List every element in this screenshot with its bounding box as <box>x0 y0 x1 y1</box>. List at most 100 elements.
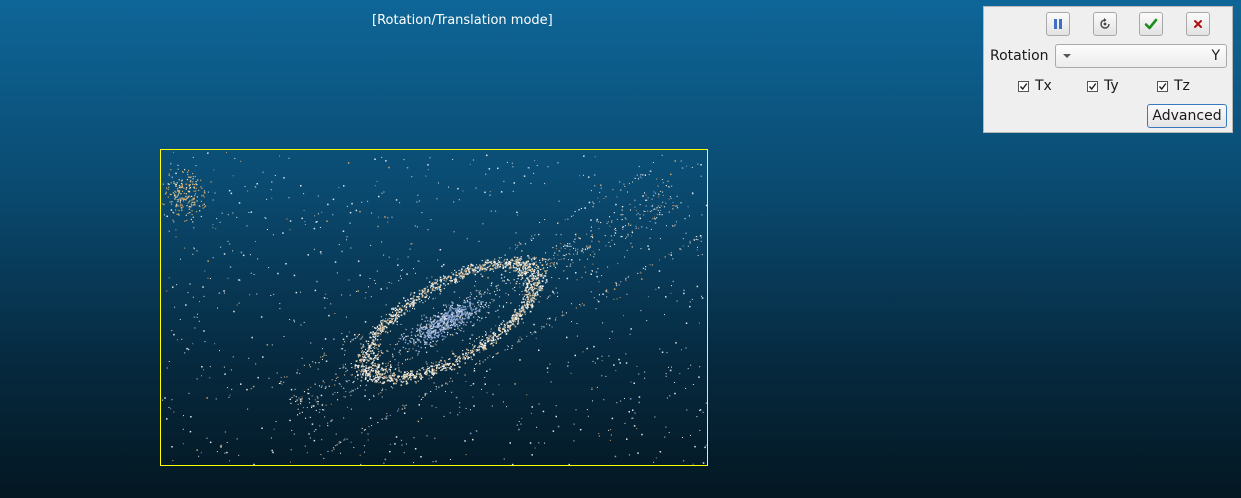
cloud-point <box>517 269 519 271</box>
cloud-point <box>666 397 668 399</box>
cloud-point <box>694 445 696 448</box>
cloud-point <box>502 264 504 266</box>
cloud-point <box>440 321 442 323</box>
cloud-point <box>522 305 524 308</box>
cloud-point <box>532 276 534 278</box>
cloud-point <box>460 319 462 321</box>
cloud-point <box>323 409 325 411</box>
cloud-point <box>323 354 325 356</box>
ty-checkbox[interactable]: Ty <box>1087 78 1119 94</box>
cloud-point <box>381 390 383 392</box>
cloud-point <box>526 307 528 309</box>
cloud-point <box>193 248 195 250</box>
cloud-point <box>185 183 187 185</box>
cloud-point <box>187 171 189 173</box>
cloud-point <box>643 214 645 216</box>
tz-checkbox[interactable]: Tz <box>1157 78 1190 94</box>
cloud-point <box>661 214 663 216</box>
cloud-point <box>398 302 401 304</box>
cloud-point <box>369 375 371 378</box>
cloud-point <box>370 296 372 298</box>
cloud-point <box>626 236 628 238</box>
cloud-point <box>369 417 372 419</box>
cloud-point <box>693 239 695 241</box>
cloud-point <box>404 312 406 314</box>
cloud-point <box>441 312 443 314</box>
cloud-point <box>507 262 510 265</box>
cloud-point <box>338 187 340 189</box>
cloud-point <box>321 439 323 441</box>
cloud-point <box>350 363 352 365</box>
cloud-point <box>497 260 499 262</box>
cloud-point <box>200 452 202 454</box>
cloud-point <box>640 272 642 274</box>
cloud-point <box>507 346 509 348</box>
cloud-point <box>438 323 441 325</box>
rotation-axis-select[interactable]: Y <box>1055 44 1227 68</box>
cloud-point <box>424 320 426 322</box>
cloud-point <box>453 324 455 326</box>
cloud-point <box>524 271 526 273</box>
cloud-point <box>645 194 647 196</box>
cloud-point <box>664 256 666 258</box>
cloud-point <box>437 283 439 285</box>
cloud-point <box>692 463 694 465</box>
cloud-point <box>456 312 458 314</box>
cloud-point <box>404 309 406 311</box>
cloud-point <box>598 228 600 230</box>
cloud-point <box>348 380 350 382</box>
cloud-point <box>378 365 380 367</box>
cloud-point <box>509 328 512 330</box>
cloud-point <box>197 179 199 181</box>
cloud-point <box>676 300 678 302</box>
cloud-point <box>591 270 593 272</box>
cloud-point <box>469 302 471 304</box>
cloud-point <box>555 287 557 289</box>
apply-button[interactable] <box>1139 12 1163 36</box>
reset-button[interactable] <box>1093 12 1117 36</box>
cloud-point <box>523 307 525 309</box>
cloud-point <box>446 325 448 327</box>
cloud-point <box>537 266 539 268</box>
cloud-point <box>486 154 488 157</box>
cloud-point <box>418 395 420 397</box>
cloud-point <box>411 302 413 304</box>
pause-button[interactable] <box>1046 12 1070 36</box>
cloud-point <box>651 198 653 200</box>
cloud-point <box>277 272 279 275</box>
cancel-button[interactable] <box>1186 12 1210 36</box>
cloud-point <box>416 296 418 298</box>
cloud-point <box>432 321 434 323</box>
cloud-point <box>528 256 530 258</box>
cloud-point <box>460 277 462 279</box>
cloud-point <box>382 388 384 390</box>
cloud-point <box>509 271 511 273</box>
cloud-point <box>553 265 555 267</box>
cloud-point <box>557 425 560 428</box>
cloud-point <box>450 305 452 307</box>
cloud-point <box>189 187 191 189</box>
cloud-point <box>665 375 667 377</box>
cloud-point <box>642 267 644 269</box>
cloud-point <box>369 278 371 279</box>
ty-label: Ty <box>1104 78 1119 94</box>
cloud-point <box>436 279 438 281</box>
cloud-point <box>461 319 463 321</box>
cloud-point <box>623 183 625 185</box>
cloud-point <box>414 376 417 379</box>
cloud-point <box>203 203 205 205</box>
cloud-point <box>365 354 367 356</box>
cloud-point <box>490 328 492 330</box>
cloud-point <box>299 373 301 375</box>
cloud-point <box>532 292 535 295</box>
advanced-button[interactable]: Advanced <box>1147 104 1227 128</box>
cloud-point <box>484 262 486 264</box>
cloud-point <box>474 349 476 351</box>
tx-checkbox[interactable]: Tx <box>1018 78 1052 94</box>
cloud-point <box>576 253 578 255</box>
cloud-point <box>325 293 327 295</box>
cloud-point <box>531 287 533 289</box>
cloud-point <box>650 211 652 213</box>
cloud-point <box>370 331 372 334</box>
cloud-point <box>457 281 459 283</box>
